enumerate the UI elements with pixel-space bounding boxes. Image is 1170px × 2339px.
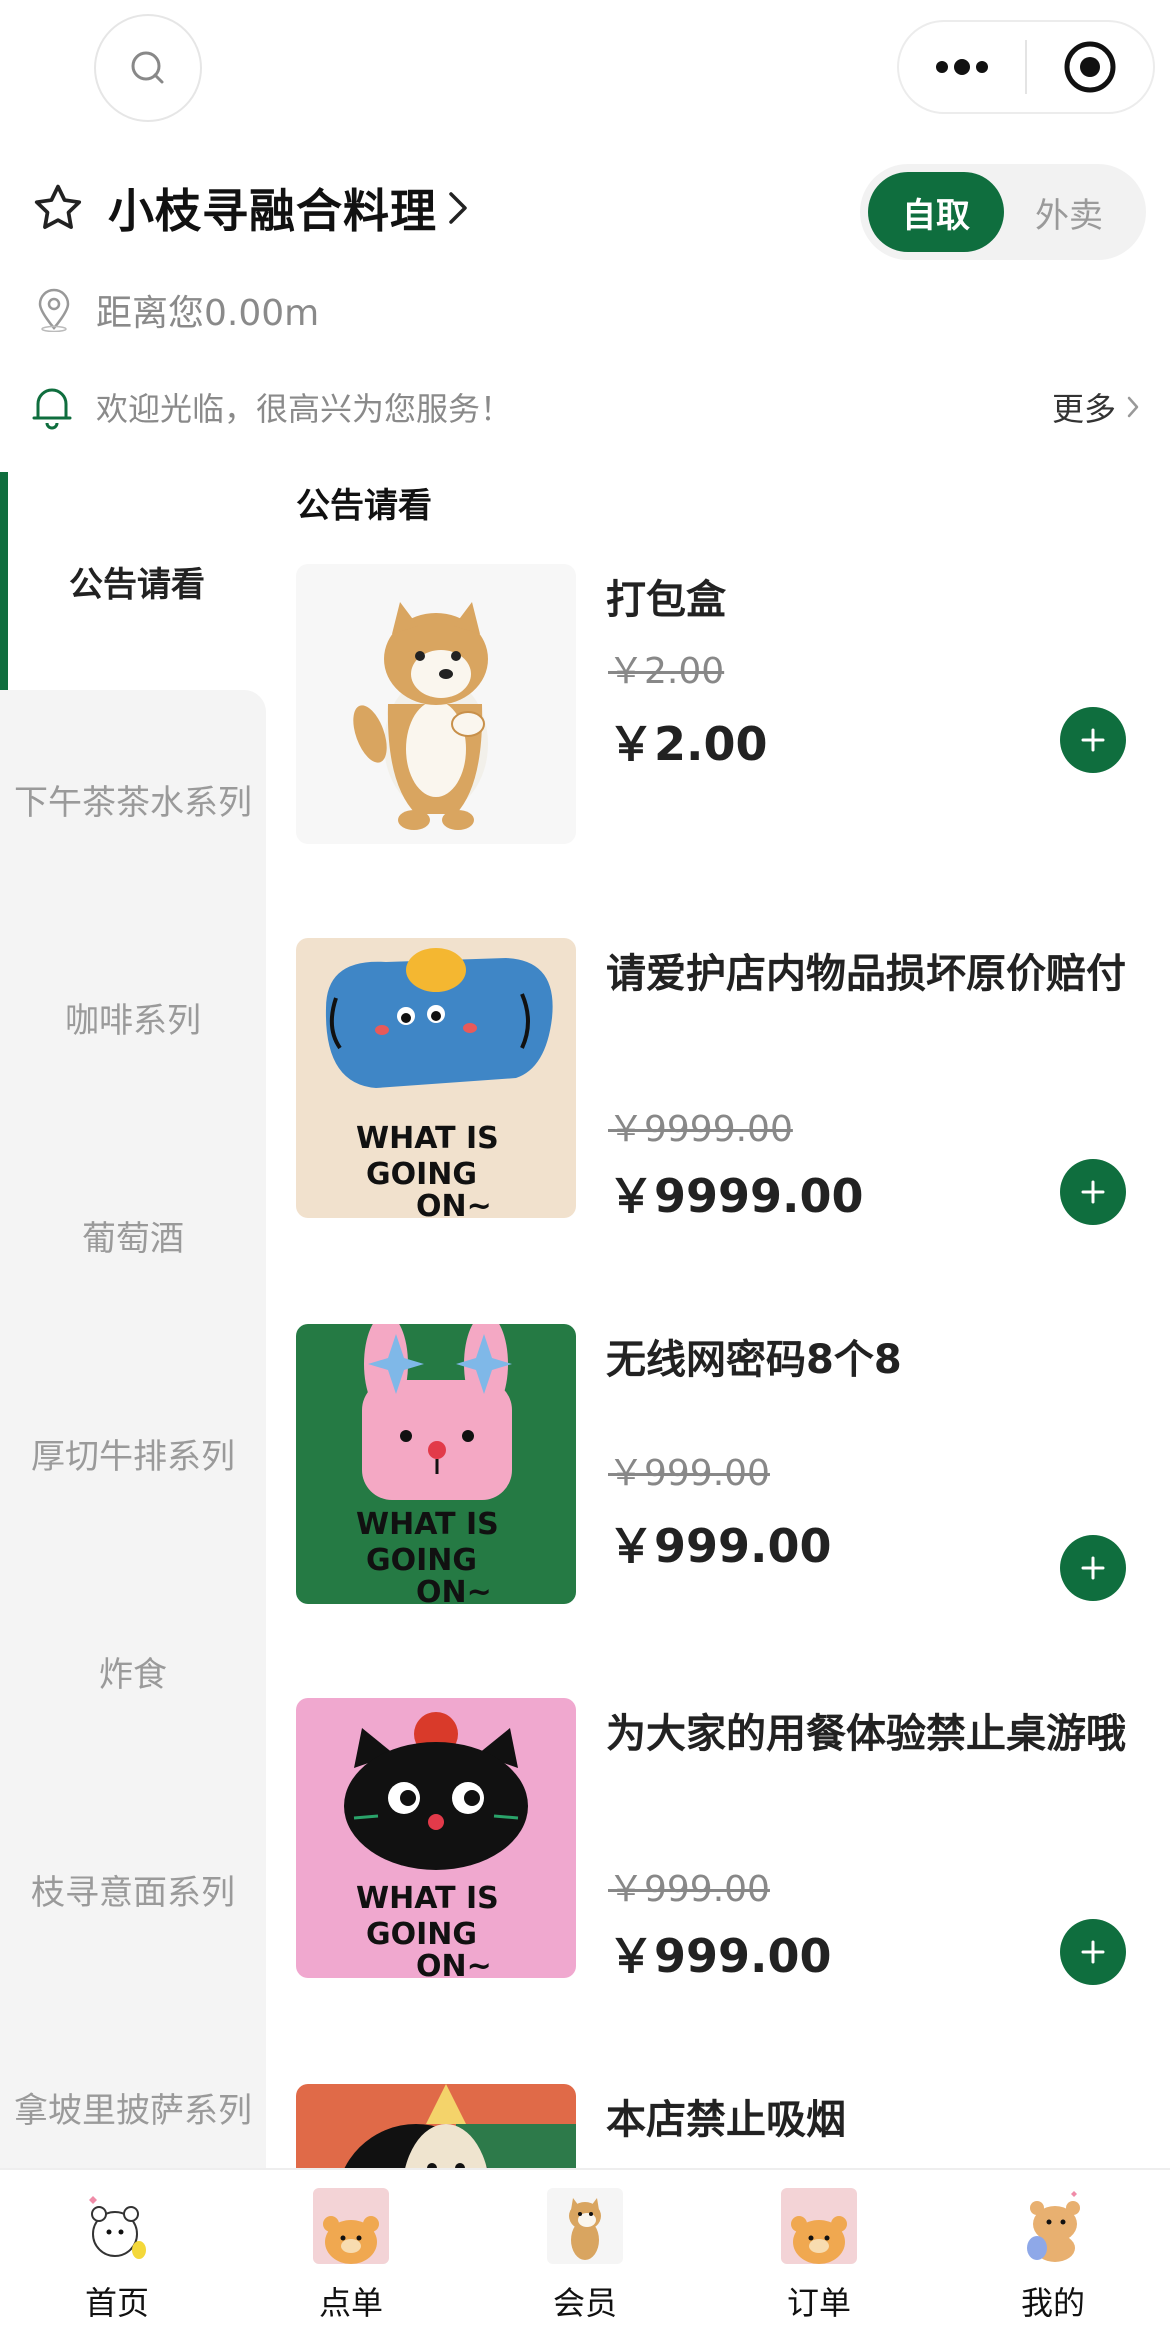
bear-orders-icon	[781, 2188, 857, 2264]
distance-row: 距离您0.00m	[34, 280, 319, 340]
location-pin-icon	[38, 288, 70, 332]
pickup-tab[interactable]: 自取	[868, 172, 1004, 252]
sidebar-item-wine[interactable]: 葡萄酒	[0, 1126, 266, 1344]
chevron-right-icon	[449, 192, 467, 224]
svg-text:WHAT IS: WHAT IS	[356, 1121, 499, 1156]
chevron-right-icon	[1127, 396, 1139, 418]
product-price: ￥9999.00	[608, 1169, 864, 1223]
product-name: 请爱护店内物品损坏原价赔付	[606, 951, 1126, 997]
dog-member-icon	[547, 2188, 623, 2264]
tab-order[interactable]: 点单	[234, 2170, 468, 2339]
product-card[interactable]: WHAT IS GOING ON~ 无线网密码8个8 ￥999.00 ￥999.…	[296, 1324, 1156, 1606]
store-name[interactable]: 小枝寻融合料理	[108, 175, 437, 241]
product-original-price: ￥999.00	[608, 1453, 770, 1494]
plus-icon	[1081, 728, 1105, 752]
sidebar-item-coffee[interactable]: 咖啡系列	[0, 908, 266, 1126]
product-price: ￥999.00	[608, 1519, 832, 1573]
star-icon[interactable]	[30, 180, 86, 236]
mini-program-capsule	[897, 20, 1155, 114]
tab-label: 首页	[84, 2284, 149, 2322]
more-dots-icon	[936, 59, 988, 75]
product-original-price: ￥999.00	[608, 1869, 770, 1910]
plus-icon	[1081, 1940, 1105, 1964]
tab-profile[interactable]: 我的	[936, 2170, 1170, 2339]
bottom-tab-bar: 首页 点单 会员 订单 我的	[0, 2168, 1170, 2339]
search-button[interactable]	[94, 14, 202, 122]
tab-home[interactable]: 首页	[0, 2170, 234, 2339]
store-header[interactable]: 小枝寻融合料理	[30, 168, 469, 248]
product-original-price: ￥9999.00	[608, 1109, 793, 1150]
svg-text:ON~: ON~	[416, 1575, 492, 1604]
svg-text:GOING: GOING	[366, 1543, 477, 1578]
party-hat-sticker	[344, 2084, 576, 2168]
product-image[interactable]	[296, 564, 576, 844]
notice-bar: 欢迎光临，很高兴为您服务！ 更多	[30, 378, 1140, 436]
product-name: 本店禁止吸烟	[606, 2097, 846, 2143]
sidebar-item-pasta[interactable]: 枝寻意面系列	[0, 1780, 266, 1998]
more-menu-button[interactable]	[899, 22, 1025, 112]
product-image[interactable]: WHAT IS GOING ON~	[296, 1698, 576, 1978]
product-image[interactable]: WHAT IS GOING ON~	[296, 1324, 576, 1604]
more-label: 更多	[1051, 390, 1116, 428]
product-image[interactable]: WHAT IS GOING ON~	[296, 938, 576, 1218]
sidebar-item-afternoon-tea[interactable]: 下午茶茶水系列	[0, 690, 266, 908]
tab-orders[interactable]: 订单	[702, 2170, 936, 2339]
bear-home-icon	[79, 2188, 155, 2264]
product-original-price: ￥2.00	[608, 651, 725, 692]
product-card[interactable]: 本店禁止吸烟	[296, 2084, 1156, 2168]
order-mode-toggle: 自取 外卖	[860, 164, 1146, 260]
pink-bunny-what-is-going-on: WHAT IS GOING ON~	[356, 1324, 512, 1604]
section-title: 公告请看	[296, 486, 432, 526]
tab-label: 会员	[552, 2284, 617, 2322]
product-name: 打包盒	[606, 577, 726, 623]
search-icon	[131, 51, 164, 84]
product-price: ￥2.00	[608, 717, 768, 771]
bear-order-icon	[313, 2188, 389, 2264]
delivery-tab[interactable]: 外卖	[1004, 172, 1134, 252]
close-mini-program-button[interactable]	[1027, 22, 1153, 112]
tab-member[interactable]: 会员	[468, 2170, 702, 2339]
add-to-cart-button[interactable]	[1060, 707, 1126, 773]
svg-text:ON~: ON~	[416, 1189, 492, 1218]
store-distance: 距离您0.00m	[96, 293, 320, 334]
svg-text:GOING: GOING	[366, 1157, 477, 1192]
tab-label: 我的	[1020, 2284, 1085, 2322]
product-name: 为大家的用餐体验禁止桌游哦	[606, 1711, 1126, 1757]
category-sidebar: 公告请看 下午茶茶水系列 咖啡系列 葡萄酒 厚切牛排系列 炸食 枝寻意面系列 拿…	[0, 472, 266, 2216]
product-card[interactable]: WHAT IS GOING ON~ 请爱护店内物品损坏原价赔付 ￥9999.00…	[296, 938, 1156, 1225]
black-cat-what-is-going-on: WHAT IS GOING ON~	[344, 1712, 528, 1978]
product-image[interactable]	[296, 2084, 576, 2168]
add-to-cart-button[interactable]	[1060, 1535, 1126, 1601]
svg-text:WHAT IS: WHAT IS	[356, 1881, 499, 1916]
product-name: 无线网密码8个8	[606, 1337, 902, 1383]
sidebar-item-fried[interactable]: 炸食	[0, 1562, 266, 1780]
add-to-cart-button[interactable]	[1060, 1919, 1126, 1985]
notice-text: 欢迎光临，很高兴为您服务！	[96, 390, 513, 428]
product-price: ￥999.00	[608, 1929, 832, 1983]
svg-text:GOING: GOING	[366, 1917, 477, 1952]
plus-icon	[1081, 1556, 1105, 1580]
bear-profile-icon	[1015, 2188, 1091, 2264]
tab-label: 订单	[786, 2284, 851, 2322]
add-to-cart-button[interactable]	[1060, 1159, 1126, 1225]
shiba-dog-sticker	[353, 602, 488, 830]
tab-label: 点单	[318, 2284, 383, 2322]
svg-text:WHAT IS: WHAT IS	[356, 1507, 499, 1542]
blue-elephant-what-is-going-on: WHAT IS GOING ON~	[325, 948, 553, 1218]
sidebar-item-announcements[interactable]: 公告请看	[0, 472, 266, 690]
product-card[interactable]: WHAT IS GOING ON~ 为大家的用餐体验禁止桌游哦 ￥999.00 …	[296, 1698, 1156, 1985]
svg-text:ON~: ON~	[416, 1949, 492, 1978]
product-card[interactable]: 打包盒 ￥2.00 ￥2.00	[296, 564, 1156, 846]
bell-icon	[32, 388, 72, 430]
plus-icon	[1081, 1180, 1105, 1204]
sidebar-item-steak[interactable]: 厚切牛排系列	[0, 1344, 266, 1562]
target-circle-icon	[1064, 41, 1116, 93]
notice-more-link[interactable]: 更多	[1052, 384, 1140, 430]
